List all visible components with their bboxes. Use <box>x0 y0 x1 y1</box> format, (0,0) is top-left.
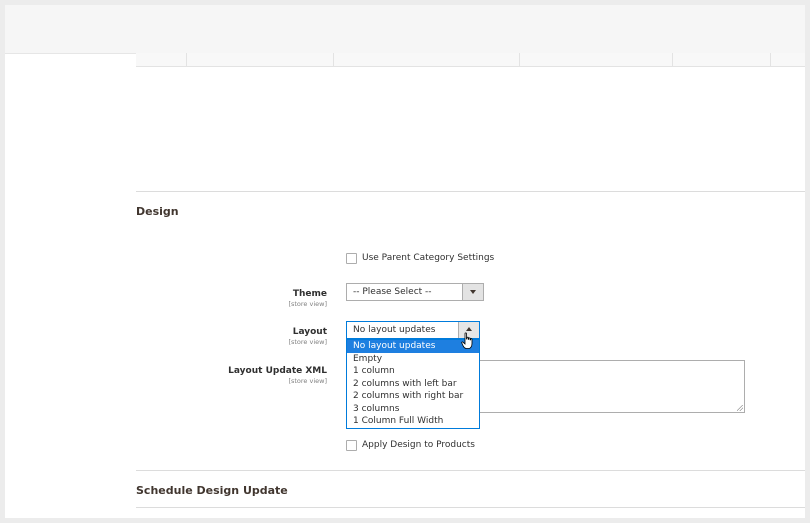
use-parent-category-checkbox[interactable] <box>346 253 357 264</box>
section-title-design[interactable]: Design <box>136 205 179 218</box>
layout-option[interactable]: 1 column <box>347 365 479 378</box>
layout-update-xml-label: Layout Update XML <box>228 366 327 376</box>
grid-header-row <box>136 53 805 67</box>
layout-option[interactable]: 2 columns with right bar <box>347 390 479 403</box>
theme-select-value: -- Please Select -- <box>353 287 432 297</box>
section-divider <box>136 507 805 508</box>
layout-options-dropdown[interactable]: No layout updates Empty 1 column 2 colum… <box>346 339 480 429</box>
hand-cursor-icon <box>461 332 473 349</box>
layout-select-value: No layout updates <box>353 325 436 335</box>
resize-handle-icon[interactable] <box>737 405 743 411</box>
theme-scope: [store view] <box>288 300 327 308</box>
theme-select-button[interactable] <box>462 284 483 300</box>
layout-option[interactable]: Empty <box>347 353 479 366</box>
admin-page: Design Use Parent Category Settings Them… <box>5 5 805 518</box>
layout-option[interactable]: 3 columns <box>347 403 479 416</box>
page-header-bar <box>5 5 805 54</box>
theme-label: Theme <box>292 289 327 299</box>
layout-option[interactable]: 2 columns with left bar <box>347 378 479 391</box>
apply-design-to-products-checkbox[interactable] <box>346 440 357 451</box>
section-divider <box>136 191 805 192</box>
layout-label: Layout <box>292 327 327 337</box>
section-divider <box>136 470 805 471</box>
layout-scope: [store view] <box>288 338 327 346</box>
section-title-schedule-design-update[interactable]: Schedule Design Update <box>136 484 288 497</box>
layout-update-xml-scope: [store view] <box>288 377 327 385</box>
layout-option[interactable]: 1 Column Full Width <box>347 415 479 428</box>
theme-select[interactable]: -- Please Select -- <box>346 283 484 301</box>
chevron-down-icon <box>470 290 476 294</box>
use-parent-category-label[interactable]: Use Parent Category Settings <box>362 253 494 263</box>
chevron-up-icon <box>466 327 472 331</box>
layout-select[interactable]: No layout updates <box>346 321 480 339</box>
layout-option[interactable]: No layout updates <box>347 340 479 353</box>
apply-design-to-products-label[interactable]: Apply Design to Products <box>362 440 475 450</box>
